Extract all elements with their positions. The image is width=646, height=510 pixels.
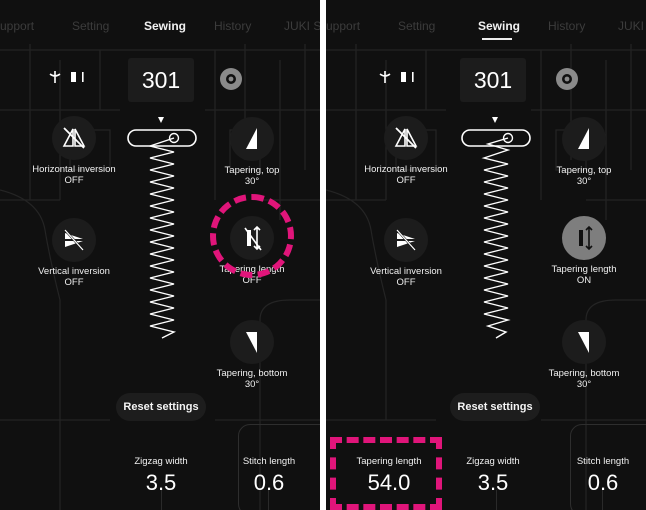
zigzag-stitch-preview bbox=[127, 117, 197, 339]
tab-sewing[interactable]: Sewing bbox=[478, 19, 520, 33]
tapering-top-icon bbox=[578, 128, 589, 149]
vertical-inversion-button[interactable] bbox=[52, 218, 96, 262]
horizontal-inversion-icon bbox=[394, 127, 418, 149]
zigzag-stitch-preview bbox=[461, 117, 531, 339]
vertical-inversion-label: Vertical inversion OFF bbox=[370, 266, 442, 288]
horizontal-inversion-label: Horizontal inversion OFF bbox=[32, 164, 116, 186]
gear-icon[interactable] bbox=[556, 68, 578, 90]
horizontal-inversion-button[interactable] bbox=[384, 116, 428, 160]
tapering-top-button[interactable] bbox=[230, 117, 274, 161]
tapering-bottom-button[interactable] bbox=[230, 320, 274, 364]
tapering-length-button[interactable] bbox=[562, 216, 606, 260]
sewing-screen-before: upport Setting Sewing History JUKI S 301… bbox=[0, 0, 320, 510]
tab-juki[interactable]: JUKI S bbox=[284, 19, 320, 33]
pattern-number[interactable]: 301 bbox=[460, 58, 526, 102]
vertical-inversion-label: Vertical inversion OFF bbox=[38, 266, 110, 288]
tab-setting[interactable]: Setting bbox=[72, 19, 109, 33]
stitch-length-panel bbox=[570, 424, 646, 510]
presser-foot-icons bbox=[379, 71, 414, 83]
tab-sewing[interactable]: Sewing bbox=[144, 19, 186, 33]
stitch-length-panel bbox=[238, 424, 320, 510]
tab-juki[interactable]: JUKI bbox=[618, 19, 644, 33]
divider bbox=[268, 490, 269, 510]
zigzag-width-value[interactable]: 3.5 bbox=[438, 470, 548, 496]
tapering-top-icon bbox=[246, 128, 257, 149]
vertical-inversion-icon bbox=[396, 229, 416, 251]
zigzag-line bbox=[147, 137, 177, 339]
stitch-length-label: Stitch length bbox=[242, 456, 296, 467]
tapering-bottom-button[interactable] bbox=[562, 320, 606, 364]
tapering-bottom-label: Tapering, bottom 30° bbox=[548, 368, 620, 390]
presser-foot-icons bbox=[49, 71, 84, 83]
horizontal-inversion-icon bbox=[62, 127, 86, 149]
pattern-number[interactable]: 301 bbox=[128, 58, 194, 102]
sewing-screen-after: upport Setting Sewing History JUKI 301 H… bbox=[326, 0, 646, 510]
divider bbox=[161, 490, 162, 510]
tapering-bottom-icon bbox=[246, 332, 257, 353]
reset-settings-button[interactable]: Reset settings bbox=[450, 393, 540, 421]
tapering-top-label: Tapering, top 30° bbox=[556, 165, 612, 187]
tab-setting[interactable]: Setting bbox=[398, 19, 435, 33]
tab-history[interactable]: History bbox=[548, 19, 585, 33]
highlight-box bbox=[330, 437, 442, 510]
tapering-length-icon bbox=[579, 225, 593, 251]
tab-history[interactable]: History bbox=[214, 19, 251, 33]
tab-bar: upport Setting Sewing History JUKI S bbox=[0, 0, 320, 44]
zigzag-width-label: Zigzag width bbox=[466, 456, 520, 467]
tapering-top-button[interactable] bbox=[562, 117, 606, 161]
stitch-length-value[interactable]: 0.6 bbox=[214, 470, 320, 496]
divider bbox=[602, 490, 603, 510]
tapering-bottom-icon bbox=[578, 332, 589, 353]
zigzag-width-label: Zigzag width bbox=[134, 456, 188, 467]
tab-support[interactable]: upport bbox=[0, 19, 34, 33]
reset-settings-button[interactable]: Reset settings bbox=[116, 393, 206, 421]
highlight-circle bbox=[210, 194, 294, 278]
vertical-inversion-button[interactable] bbox=[384, 218, 428, 262]
horizontal-inversion-label: Horizontal inversion OFF bbox=[364, 164, 448, 186]
stitch-length-value[interactable]: 0.6 bbox=[548, 470, 646, 496]
tapering-top-label: Tapering, top 30° bbox=[224, 165, 280, 187]
tab-support[interactable]: upport bbox=[326, 19, 360, 33]
gear-icon[interactable] bbox=[220, 68, 242, 90]
active-tab-indicator bbox=[482, 38, 512, 40]
tapering-length-label: Tapering length ON bbox=[551, 264, 617, 286]
zigzag-line bbox=[481, 137, 511, 339]
divider bbox=[496, 490, 497, 510]
vertical-inversion-icon bbox=[64, 229, 84, 251]
horizontal-inversion-button[interactable] bbox=[52, 116, 96, 160]
tapering-bottom-label: Tapering, bottom 30° bbox=[216, 368, 288, 390]
stitch-length-label: Stitch length bbox=[576, 456, 630, 467]
